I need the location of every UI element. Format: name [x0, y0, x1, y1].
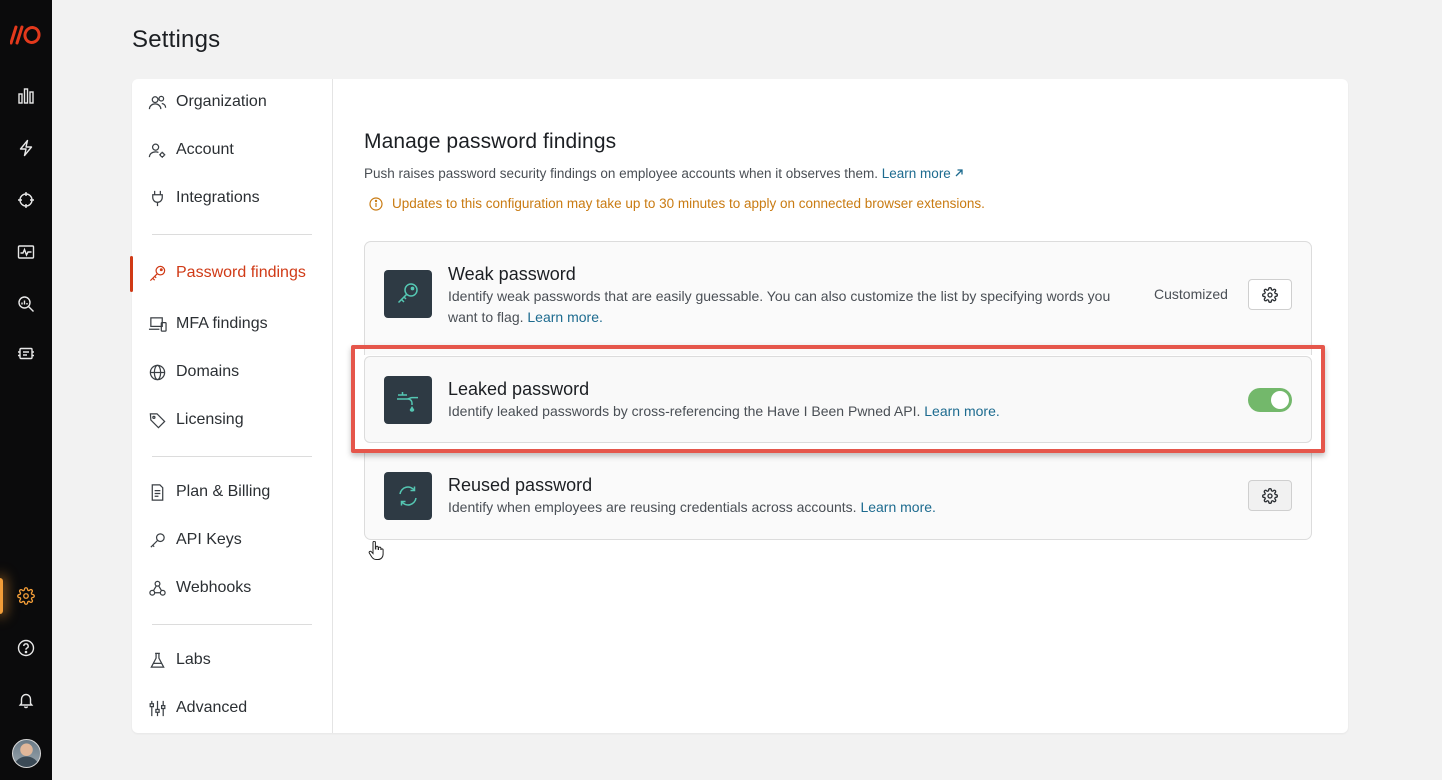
nav-label: API Keys — [176, 531, 242, 548]
nav-item-labs[interactable]: Labs — [148, 646, 211, 674]
finding-title: Weak password — [448, 264, 576, 284]
nav-label: Organization — [176, 93, 267, 110]
bell-icon[interactable] — [13, 687, 39, 713]
activity-monitor-icon[interactable] — [13, 239, 39, 265]
nav-label: MFA findings — [176, 315, 268, 332]
customized-status: Customized — [1154, 286, 1228, 302]
avatar[interactable] — [12, 739, 41, 768]
finding-weak-password: Weak password Identify weak passwords th… — [364, 241, 1312, 355]
nav-item-integrations[interactable]: Integrations — [148, 184, 260, 212]
learn-more-link[interactable]: Learn more — [882, 166, 964, 181]
receipt-icon — [151, 483, 164, 501]
flask-icon — [150, 652, 165, 668]
weak-password-settings-button[interactable] — [1248, 279, 1292, 310]
nav-item-api-keys[interactable]: API Keys — [148, 526, 242, 554]
nav-item-organization[interactable]: Organization — [148, 88, 267, 116]
key-icon — [149, 265, 166, 281]
key-small-icon — [150, 532, 165, 548]
nav-item-licensing[interactable]: Licensing — [148, 406, 244, 434]
finding-learn-more-link[interactable]: Learn more. — [924, 403, 999, 419]
rail-active-indicator — [0, 578, 3, 614]
external-link-icon — [955, 169, 963, 177]
nav-item-mfa-findings[interactable]: MFA findings — [148, 310, 268, 338]
finding-description: Identify leaked passwords by cross-refer… — [448, 403, 1000, 419]
nav-label: Webhooks — [176, 579, 252, 596]
nav-label: Account — [176, 141, 234, 158]
nav-item-domains[interactable]: Domains — [148, 358, 239, 386]
devices-icon — [148, 316, 167, 332]
leaking-faucet-icon — [384, 376, 432, 424]
lightning-icon[interactable] — [13, 135, 39, 161]
refresh-icon — [384, 472, 432, 520]
warning-text: Updates to this configuration may take u… — [392, 196, 985, 211]
finding-learn-more-link[interactable]: Learn more. — [527, 309, 602, 325]
page-title: Settings — [132, 26, 221, 53]
key-icon — [384, 270, 432, 318]
section-title: Manage password findings — [364, 130, 617, 153]
leaked-password-toggle[interactable] — [1248, 388, 1292, 412]
hand-cursor-icon — [368, 541, 384, 560]
description-text: Push raises password security findings o… — [364, 166, 879, 181]
nav-divider — [152, 624, 312, 625]
nav-divider — [152, 456, 312, 457]
gear-icon — [1262, 487, 1278, 504]
nav-item-advanced[interactable]: Advanced — [148, 694, 247, 722]
config-warning: Updates to this configuration may take u… — [369, 196, 985, 211]
settings-card: Organization Account Integrations Passwo… — [130, 79, 1348, 733]
browser-extension-icon[interactable] — [13, 341, 39, 367]
nav-divider — [152, 234, 312, 235]
nav-active-indicator — [130, 256, 133, 292]
reused-password-settings-button[interactable] — [1248, 480, 1292, 511]
password-findings-panel: Manage password findings Push raises pas… — [364, 79, 1324, 733]
brand-logo[interactable] — [10, 24, 42, 46]
plug-icon — [152, 190, 163, 206]
help-icon[interactable] — [13, 635, 39, 661]
toggle-knob — [1271, 391, 1289, 409]
bar-chart-icon[interactable] — [13, 83, 39, 109]
nav-label: Integrations — [176, 189, 260, 206]
nav-item-plan-billing[interactable]: Plan & Billing — [148, 478, 270, 506]
info-icon — [369, 196, 383, 211]
finding-title: Reused password — [448, 475, 593, 495]
nav-label: Advanced — [176, 699, 248, 716]
nav-label: Password findings — [176, 264, 306, 281]
section-description: Push raises password security findings o… — [364, 166, 964, 181]
globe-icon — [149, 364, 166, 380]
tag-icon — [149, 412, 166, 428]
crosshair-icon[interactable] — [13, 187, 39, 213]
finding-learn-more-link[interactable]: Learn more. — [860, 499, 935, 515]
app-rail — [0, 0, 52, 780]
finding-leaked-password: Leaked password Identify leaked password… — [364, 356, 1312, 443]
sliders-icon — [149, 700, 166, 716]
finding-title: Leaked password — [448, 379, 590, 399]
finding-reused-password: Reused password Identify when employees … — [364, 453, 1312, 540]
settings-nav: Organization Account Integrations Passwo… — [130, 79, 333, 733]
gear-icon — [1262, 286, 1278, 303]
nav-item-account[interactable]: Account — [148, 136, 234, 164]
user-gear-icon — [148, 143, 166, 158]
finding-description: Identify when employees are reusing cred… — [448, 499, 936, 515]
nav-label: Domains — [176, 363, 240, 380]
nav-item-password-findings[interactable]: Password findings — [148, 259, 306, 287]
nav-item-webhooks[interactable]: Webhooks — [148, 574, 251, 602]
search-analytics-icon[interactable] — [13, 291, 39, 317]
finding-description: Identify weak passwords that are easily … — [448, 288, 1111, 325]
users-icon — [148, 95, 167, 109]
nav-label: Labs — [176, 651, 211, 668]
nav-label: Plan & Billing — [176, 483, 271, 500]
nav-label: Licensing — [176, 411, 244, 428]
webhook-icon — [149, 580, 166, 596]
gear-icon[interactable] — [13, 583, 39, 609]
